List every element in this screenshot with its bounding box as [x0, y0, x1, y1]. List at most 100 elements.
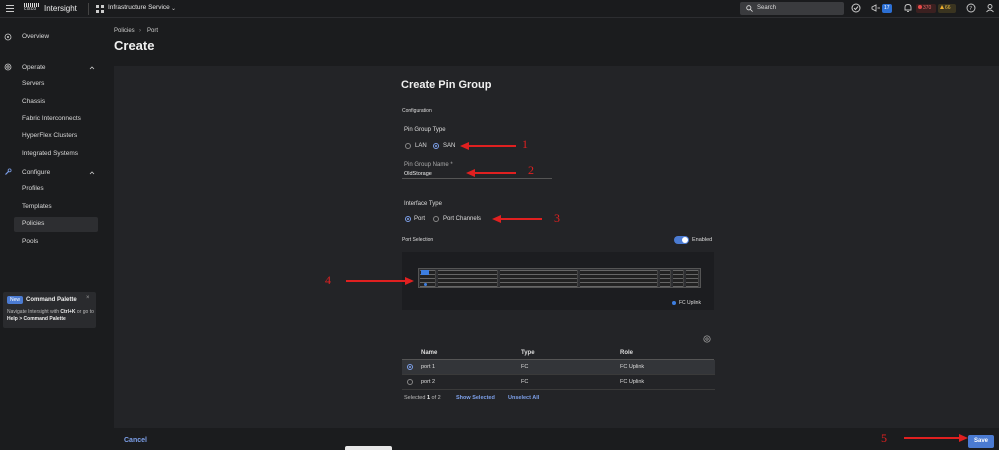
radio-port[interactable] [405, 216, 411, 222]
command-palette-path: Help > Command Palette [7, 316, 66, 322]
switch-port-block[interactable] [686, 270, 699, 287]
sidebar-item-operate[interactable]: Operate [22, 64, 46, 71]
annotation-number-4: 4 [325, 273, 331, 287]
annotation-arrow-1 [460, 142, 516, 150]
warning-alarm-badge[interactable]: 66 [938, 4, 956, 13]
help-icon[interactable]: ? [966, 3, 976, 13]
fc-uplink-port-marker [424, 283, 427, 286]
sidebar-item-profiles[interactable]: Profiles [22, 185, 44, 192]
service-selector[interactable]: Infrastructure Service [108, 4, 170, 11]
megaphone-icon[interactable] [871, 3, 881, 13]
sidebar-item-configure[interactable]: Configure [22, 169, 50, 176]
svg-text:?: ? [969, 6, 972, 12]
search-icon [746, 5, 753, 12]
sidebar: Overview Operate Servers Chassis Fabric … [0, 19, 104, 450]
pin-group-type-label: Pin Group Type [404, 127, 446, 133]
annotation-number-5: 5 [881, 431, 887, 445]
radio-port-channels-label[interactable]: Port Channels [443, 216, 481, 222]
selection-total: of 2 [430, 395, 441, 401]
table-row[interactable]: port 2 FC FC Uplink [402, 375, 715, 390]
switch-port-block[interactable] [580, 270, 658, 287]
unselect-all-link[interactable]: Unselect All [508, 395, 539, 401]
search-label: Search [757, 4, 777, 11]
column-header-role[interactable]: Role [620, 350, 633, 356]
sidebar-item-policies[interactable]: Policies [22, 220, 44, 227]
row-select-radio[interactable] [407, 364, 413, 370]
annotation-number-1: 1 [522, 137, 528, 151]
annotation-arrow-4 [346, 277, 414, 285]
sidebar-item-chassis[interactable]: Chassis [22, 98, 45, 105]
switch-front-panel[interactable] [418, 268, 701, 288]
sidebar-item-servers[interactable]: Servers [22, 80, 44, 87]
table-row[interactable]: port 1 FC FC Uplink [402, 360, 715, 375]
command-palette-shortcut: Ctrl+K [60, 309, 76, 315]
command-palette-text: Navigate Intersight with Ctrl+K or go to… [7, 309, 95, 323]
radio-san[interactable] [433, 143, 439, 149]
sidebar-item-overview[interactable]: Overview [22, 33, 49, 40]
annotation-arrow-5 [904, 434, 968, 442]
selected-port-highlight[interactable] [421, 270, 429, 275]
selection-summary: Selected 1 of 2 [404, 395, 441, 401]
command-palette-card[interactable]: New Command Palette × Navigate Intersigh… [3, 292, 96, 328]
sidebar-item-fabric-interconnects[interactable]: Fabric Interconnects [22, 115, 81, 122]
save-button[interactable]: Save [968, 435, 994, 448]
chevron-down-icon[interactable]: ⌄ [171, 5, 176, 12]
port-selection-label: Port Selection [402, 237, 434, 243]
radio-lan[interactable] [405, 143, 411, 149]
table-header: Name Type Role [402, 349, 714, 359]
port-selection-toggle[interactable] [674, 236, 689, 244]
chevron-up-icon[interactable] [89, 65, 95, 71]
switch-port-block[interactable] [660, 270, 671, 287]
settings-icon[interactable] [703, 335, 711, 343]
annotation-number-2: 2 [528, 163, 534, 177]
operate-icon [4, 63, 12, 71]
pin-group-name-input[interactable]: OldStorage [404, 171, 432, 177]
megaphone-count-badge: 17 [882, 4, 892, 13]
topbar-divider [88, 3, 89, 15]
switch-port-block[interactable] [438, 270, 498, 287]
breadcrumb-port[interactable]: Port [147, 28, 158, 34]
switch-port-block[interactable] [673, 270, 684, 287]
sidebar-item-integrated-systems[interactable]: Integrated Systems [22, 150, 78, 157]
check-circle-icon[interactable] [851, 3, 861, 13]
critical-alarm-badge[interactable]: 370 [916, 4, 936, 13]
row-name: port 1 [421, 364, 436, 370]
annotation-number-3: 3 [554, 211, 560, 225]
toggle-label: Enabled [692, 237, 713, 243]
sidebar-item-hyperflex-clusters[interactable]: HyperFlex Clusters [22, 132, 77, 139]
sidebar-item-templates[interactable]: Templates [22, 203, 52, 210]
fc-uplink-legend-dot [672, 301, 676, 305]
critical-dot-icon [918, 5, 922, 9]
menu-icon[interactable] [6, 5, 14, 12]
search-input[interactable]: Search [740, 2, 844, 15]
show-selected-link[interactable]: Show Selected [456, 395, 495, 401]
radio-lan-label[interactable]: LAN [415, 143, 427, 149]
wrench-icon [5, 168, 12, 175]
switch-port-block[interactable] [500, 270, 578, 287]
row-select-radio[interactable] [407, 379, 413, 385]
row-type: FC [521, 379, 529, 385]
cisco-logo-text: cisco [24, 6, 37, 12]
annotation-arrow-2 [466, 169, 516, 177]
close-icon[interactable]: × [86, 295, 90, 301]
selection-prefix: Selected [404, 395, 427, 401]
column-header-type[interactable]: Type [521, 350, 535, 356]
sidebar-item-pools[interactable]: Pools [22, 238, 38, 245]
column-header-name[interactable]: Name [421, 350, 437, 356]
pin-group-name-label: Pin Group Name * [404, 162, 453, 168]
cisco-logo: cisco [24, 3, 40, 12]
cancel-button[interactable]: Cancel [124, 437, 147, 444]
row-name: port 2 [421, 379, 436, 385]
bell-icon[interactable] [903, 3, 913, 13]
breadcrumb-separator: › [139, 28, 141, 34]
row-type: FC [521, 364, 529, 370]
radio-san-label[interactable]: SAN [443, 143, 455, 149]
bottom-drawer-handle[interactable] [345, 446, 392, 450]
breadcrumb-policies[interactable]: Policies [114, 28, 135, 34]
command-palette-text-middle: or go to [75, 309, 94, 315]
chevron-up-icon[interactable] [89, 170, 95, 176]
user-icon[interactable] [985, 3, 995, 13]
radio-port-label[interactable]: Port [414, 216, 425, 222]
radio-port-channels[interactable] [433, 216, 439, 222]
row-role: FC Uplink [620, 364, 645, 370]
